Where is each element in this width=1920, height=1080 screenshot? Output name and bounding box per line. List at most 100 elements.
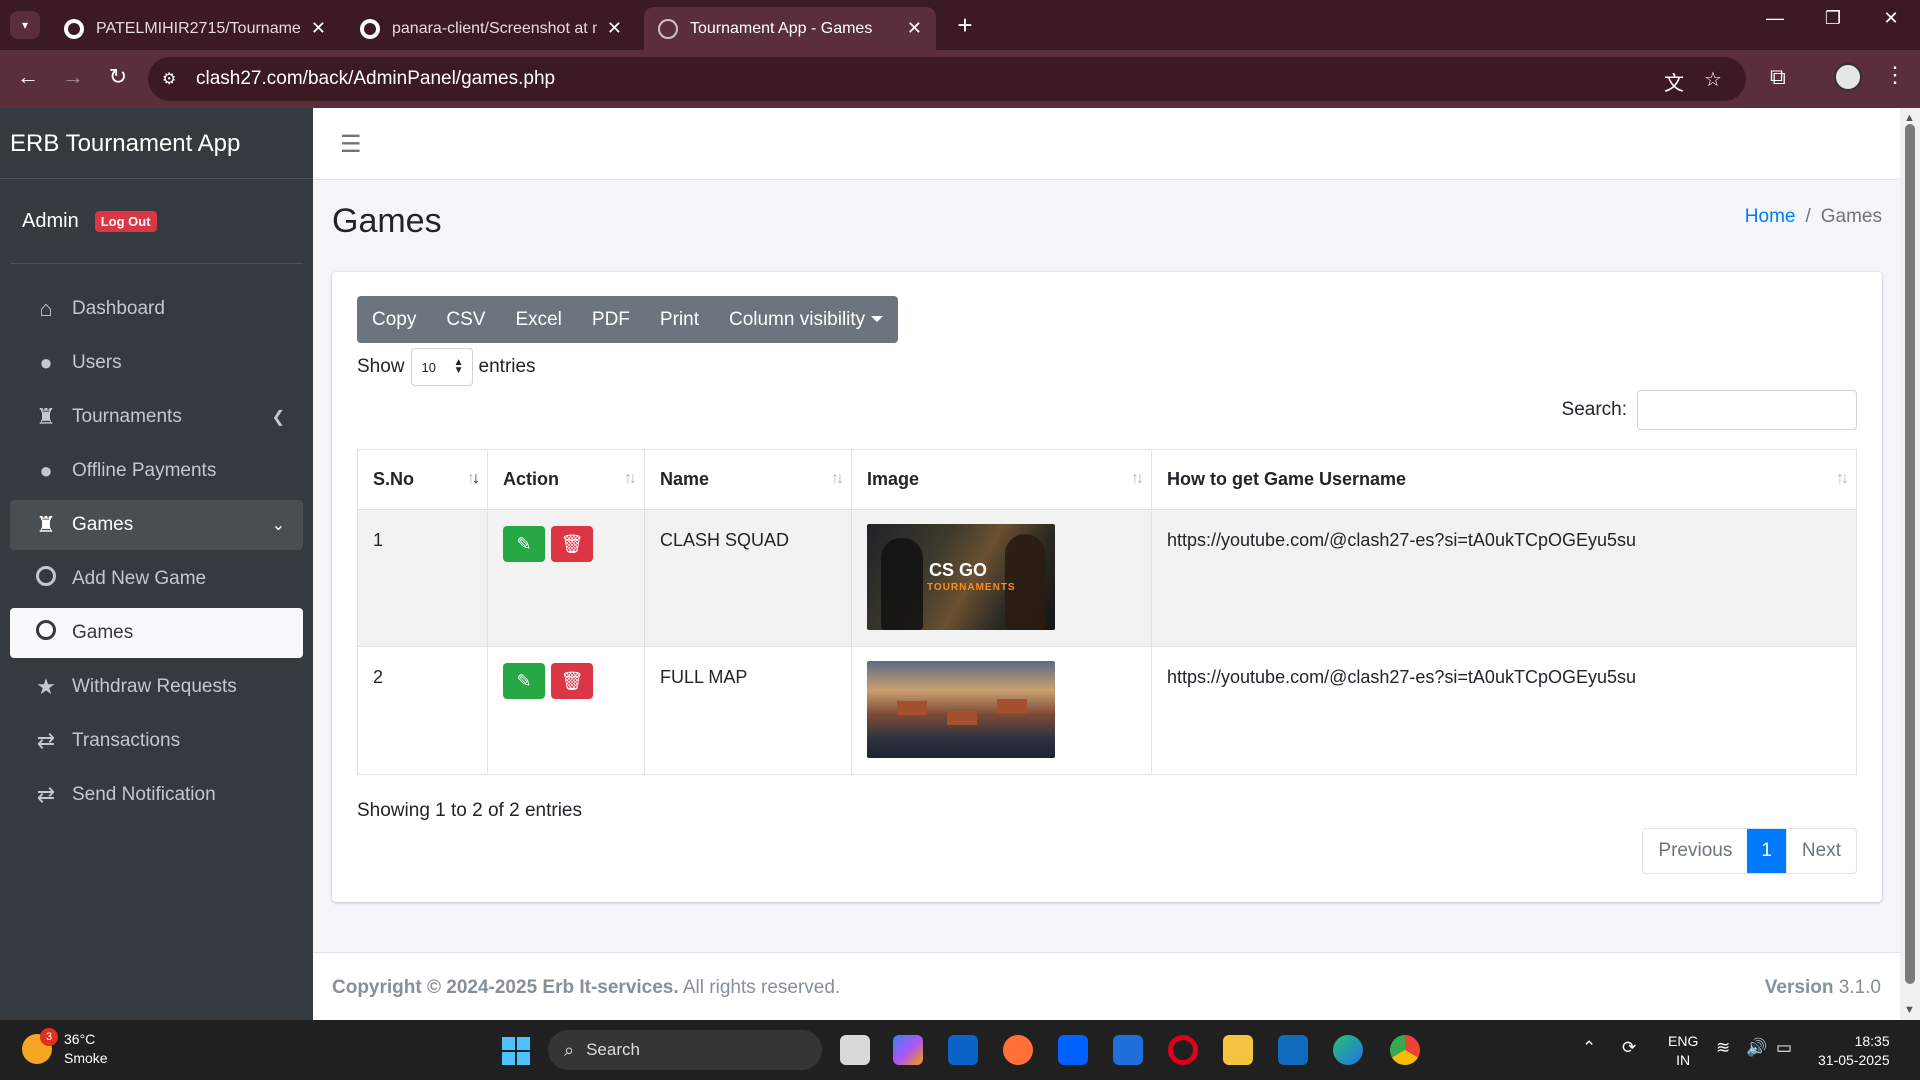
sidebar-item-offline-payments[interactable]: ● Offline Payments [10, 446, 303, 496]
delete-button[interactable]: 🗑 [551, 526, 594, 562]
logout-button[interactable]: Log Out [94, 211, 157, 232]
bookmark-star-icon[interactable]: ☆ [1704, 67, 1722, 92]
url-text[interactable]: clash27.com/back/AdminPanel/games.php [196, 68, 555, 90]
csv-button[interactable]: CSV [431, 296, 500, 343]
table-search: Search: [1562, 390, 1857, 430]
page-1-button[interactable]: 1 [1747, 829, 1786, 873]
column-header-name[interactable]: Name ↑↓ [644, 449, 852, 510]
browser-tab-1[interactable]: PATELMIHIR2715/Tournament-/ ✕ [50, 7, 340, 50]
close-tab-icon[interactable]: ✕ [311, 18, 326, 39]
column-visibility-button[interactable]: Column visibility [714, 296, 898, 343]
brand-title[interactable]: ERB Tournament App [10, 130, 240, 158]
file-explorer-icon[interactable] [1223, 1035, 1253, 1065]
reload-icon[interactable]: ↻ [103, 64, 133, 90]
chrome-icon[interactable] [1390, 1035, 1420, 1065]
copilot-icon[interactable] [893, 1035, 923, 1065]
sync-icon[interactable]: ⟳ [1622, 1038, 1636, 1058]
minimize-icon[interactable]: — [1752, 8, 1798, 29]
globe-icon [658, 18, 678, 39]
sidebar-item-dashboard[interactable]: ⌂ Dashboard [10, 284, 303, 334]
tab-search-chevron-icon[interactable]: ▾ [10, 11, 40, 39]
copy-button[interactable]: Copy [357, 296, 431, 343]
column-header-image[interactable]: Image ↑↓ [851, 449, 1152, 510]
close-tab-icon[interactable]: ✕ [607, 18, 622, 39]
store-icon[interactable] [1278, 1035, 1308, 1065]
wifi-icon[interactable]: ≋ [1716, 1038, 1730, 1058]
print-button[interactable]: Print [645, 296, 714, 343]
sidebar-item-games[interactable]: ♜ Games ⌄ [10, 500, 303, 550]
delete-button[interactable]: 🗑 [551, 663, 594, 699]
new-tab-icon[interactable]: + [950, 10, 980, 41]
weather-temp: 36°C [64, 1031, 96, 1047]
sidebar-item-add-new-game[interactable]: Add New Game [10, 554, 303, 604]
profile-avatar[interactable] [1834, 63, 1862, 91]
taskbar-clock[interactable]: 18:35 31-05-2025 [1818, 1032, 1890, 1070]
table-row: 1 ✎ 🗑 CLASH SQUAD CS GO TOURNAMENTS http… [357, 509, 1857, 647]
previous-page-button[interactable]: Previous [1643, 829, 1747, 873]
scrollbar-thumb[interactable] [1905, 124, 1915, 984]
pdf-button[interactable]: PDF [577, 296, 645, 343]
user-name[interactable]: Admin [22, 210, 79, 233]
search-input[interactable] [1637, 390, 1857, 430]
tab-title: PATELMIHIR2715/Tournament-/ [96, 19, 301, 37]
edit-button[interactable]: ✎ [503, 663, 545, 699]
extensions-icon[interactable]: ⧉ [1770, 64, 1786, 90]
browser-tab-active[interactable]: Tournament App - Games ✕ [644, 7, 936, 50]
hamburger-menu-icon[interactable]: ☰ [340, 130, 362, 159]
sidebar-item-withdraw-requests[interactable]: ★ Withdraw Requests [10, 662, 303, 712]
back-icon[interactable]: ← [13, 64, 43, 90]
volume-icon[interactable]: 🔊 [1746, 1038, 1767, 1058]
task-view-icon[interactable] [840, 1035, 870, 1065]
sidebar-item-send-notification[interactable]: ⇄ Send Notification [10, 770, 303, 820]
windows-start-icon[interactable] [502, 1037, 530, 1065]
entries-select[interactable]: 10 ▲ ▼ [410, 348, 473, 386]
sidebar-item-tournaments[interactable]: ♜ Tournaments ❮ [10, 392, 303, 442]
column-header-action[interactable]: Action ↑↓ [487, 449, 645, 510]
forward-icon[interactable]: → [58, 64, 88, 90]
github-icon [360, 18, 380, 39]
scroll-down-icon[interactable]: ▼ [1904, 1004, 1915, 1016]
tray-chevron-up-icon[interactable]: ⌃ [1582, 1038, 1596, 1058]
entries-select-value: 10 [421, 359, 436, 375]
app-icon[interactable] [1113, 1035, 1143, 1065]
restore-icon[interactable]: ❐ [1810, 8, 1856, 29]
search-icon: ⌕ [564, 1039, 575, 1060]
taskbar-search[interactable]: ⌕ Search [548, 1030, 822, 1070]
site-info-icon[interactable]: ⚙ [162, 69, 176, 89]
sidebar-item-transactions[interactable]: ⇄ Transactions [10, 716, 303, 766]
window-close-icon[interactable]: ✕ [1868, 8, 1914, 29]
edge-icon[interactable] [1333, 1035, 1363, 1065]
excel-button[interactable]: Excel [500, 296, 576, 343]
copyright: Copyright © 2024-2025 Erb It-services. A… [332, 977, 840, 999]
sidebar-item-users[interactable]: ● Users [10, 338, 303, 388]
next-page-button[interactable]: Next [1785, 829, 1856, 873]
firefox-icon[interactable] [1003, 1035, 1033, 1065]
browser-menu-icon[interactable]: ⋮ [1884, 62, 1906, 88]
outlook-icon[interactable] [948, 1035, 978, 1065]
cell-actions: ✎ 🗑 [487, 646, 645, 775]
column-header-howto[interactable]: How to get Game Username ↑↓ [1151, 449, 1857, 510]
weather-desc: Smoke [64, 1050, 108, 1066]
breadcrumb-home-link[interactable]: Home [1745, 206, 1796, 228]
opera-icon[interactable] [1168, 1035, 1198, 1065]
translate-icon[interactable]: 文 [1664, 67, 1684, 96]
language-indicator[interactable]: ENG IN [1668, 1032, 1698, 1070]
weather-widget[interactable]: 3 36°C Smoke [22, 1028, 108, 1068]
address-bar[interactable]: ⚙ clash27.com/back/AdminPanel/games.php … [148, 57, 1746, 101]
copyright-company: Copyright © 2024-2025 Erb It-services. [332, 977, 679, 998]
sort-icon: ↑↓ [831, 470, 844, 487]
battery-icon[interactable]: ▭ [1776, 1038, 1792, 1058]
scroll-up-icon[interactable]: ▲ [1904, 112, 1915, 124]
dropbox-icon[interactable] [1058, 1035, 1088, 1065]
image-logo-text: CS GO [929, 560, 988, 580]
page-title: Games [332, 202, 442, 240]
close-tab-icon[interactable]: ✕ [907, 18, 922, 39]
export-buttons: Copy CSV Excel PDF Print Column visibili… [357, 296, 899, 343]
column-header-sno[interactable]: S.No ↑↓ [357, 449, 488, 510]
edit-button[interactable]: ✎ [503, 526, 545, 562]
browser-tab-2[interactable]: panara-client/Screenshot at ma ✕ [346, 7, 636, 50]
sidebar-item-games-list[interactable]: Games [10, 608, 303, 658]
page-scrollbar[interactable]: ▲ ▼ [1900, 108, 1920, 1020]
image-soldier-shape [881, 538, 923, 630]
clock-date: 31-05-2025 [1818, 1052, 1890, 1068]
